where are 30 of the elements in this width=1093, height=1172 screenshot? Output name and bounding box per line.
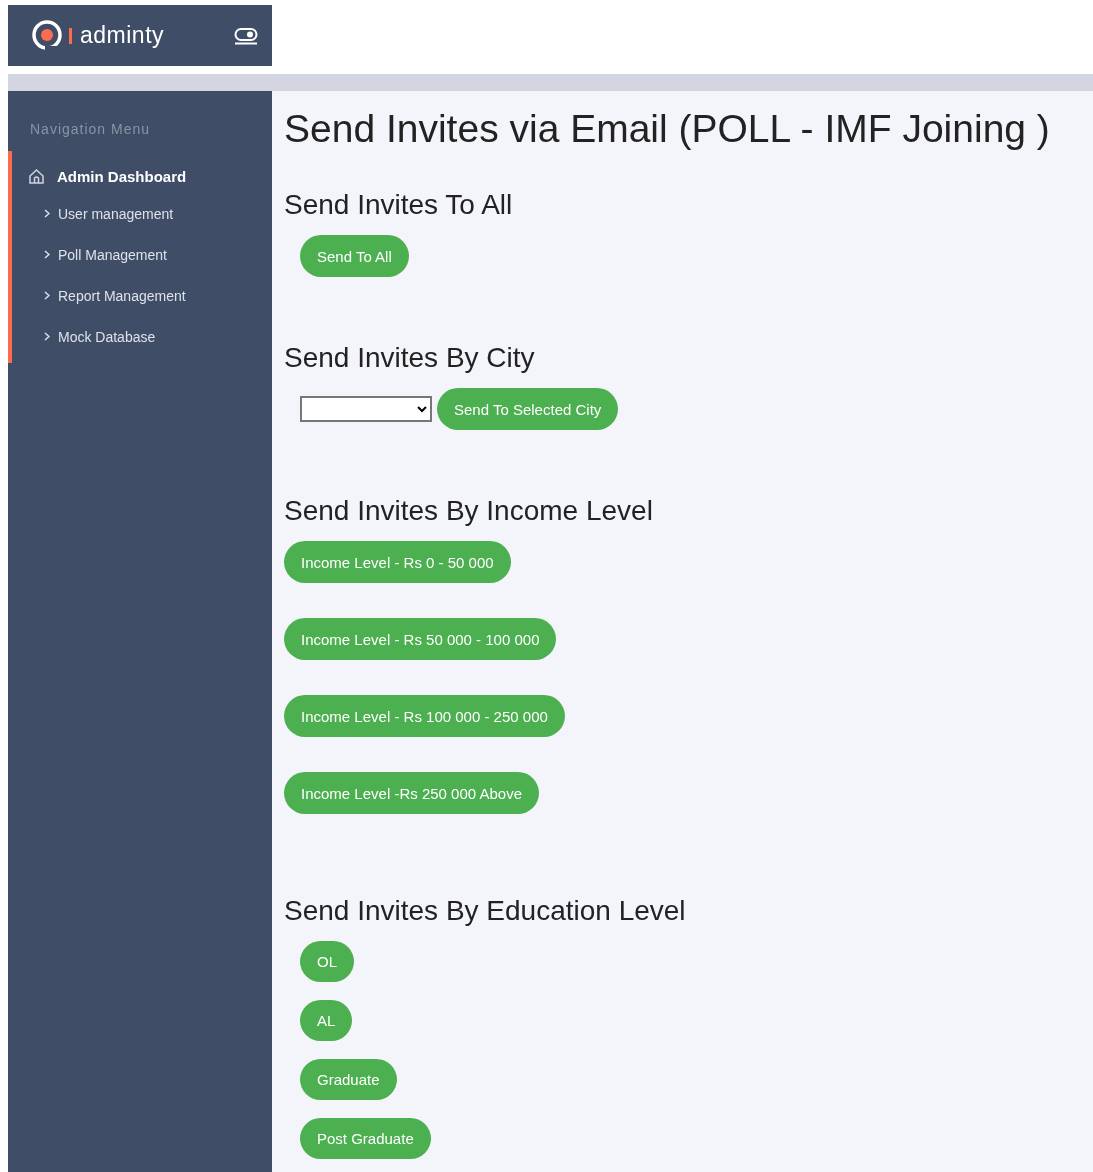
nav-heading: Navigation Menu — [29, 121, 152, 137]
section-heading: Send Invites By Income Level — [284, 495, 654, 527]
section-heading: Send Invites To All — [284, 189, 514, 221]
brand-name: adminty — [80, 22, 166, 49]
nav-item[interactable]: Admin Dashboard — [57, 167, 187, 185]
nav-subitem[interactable]: User management — [12, 193, 272, 234]
send-button[interactable]: Send To All — [300, 235, 409, 277]
send-button[interactable]: Income Level - Rs 50 000 - 100 000 — [284, 618, 557, 660]
home-icon — [28, 167, 45, 185]
chevron-right-icon — [44, 250, 50, 259]
chevron-right-icon — [44, 332, 50, 341]
nav-subitem[interactable]: Mock Database — [12, 316, 272, 357]
send-button[interactable]: Graduate — [300, 1059, 397, 1100]
send-button[interactable]: OL — [300, 941, 354, 982]
nav-subitem[interactable]: Poll Management — [12, 234, 272, 275]
toggle-icon[interactable] — [234, 26, 258, 45]
city-select[interactable] — [300, 396, 432, 422]
send-button[interactable]: Post Graduate — [300, 1118, 431, 1159]
section-heading: Send Invites By Education Level — [284, 895, 687, 927]
nav-subitem[interactable]: Report Management — [12, 275, 272, 316]
send-button[interactable]: AL — [300, 1000, 353, 1041]
section-heading: Send Invites By City — [284, 342, 536, 374]
send-button[interactable]: Income Level - Rs 100 000 - 250 000 — [284, 695, 565, 737]
page-title: Send Invites via Email (POLL - IMF Joining ) — [284, 107, 1051, 151]
chevron-right-icon — [44, 209, 50, 218]
logo-icon — [32, 18, 72, 53]
send-button[interactable]: Send To Selected City — [437, 388, 619, 430]
send-button[interactable]: Income Level -Rs 250 000 Above — [284, 772, 539, 814]
chevron-right-icon — [44, 291, 50, 300]
send-button[interactable]: Income Level - Rs 0 - 50 000 — [284, 541, 511, 583]
